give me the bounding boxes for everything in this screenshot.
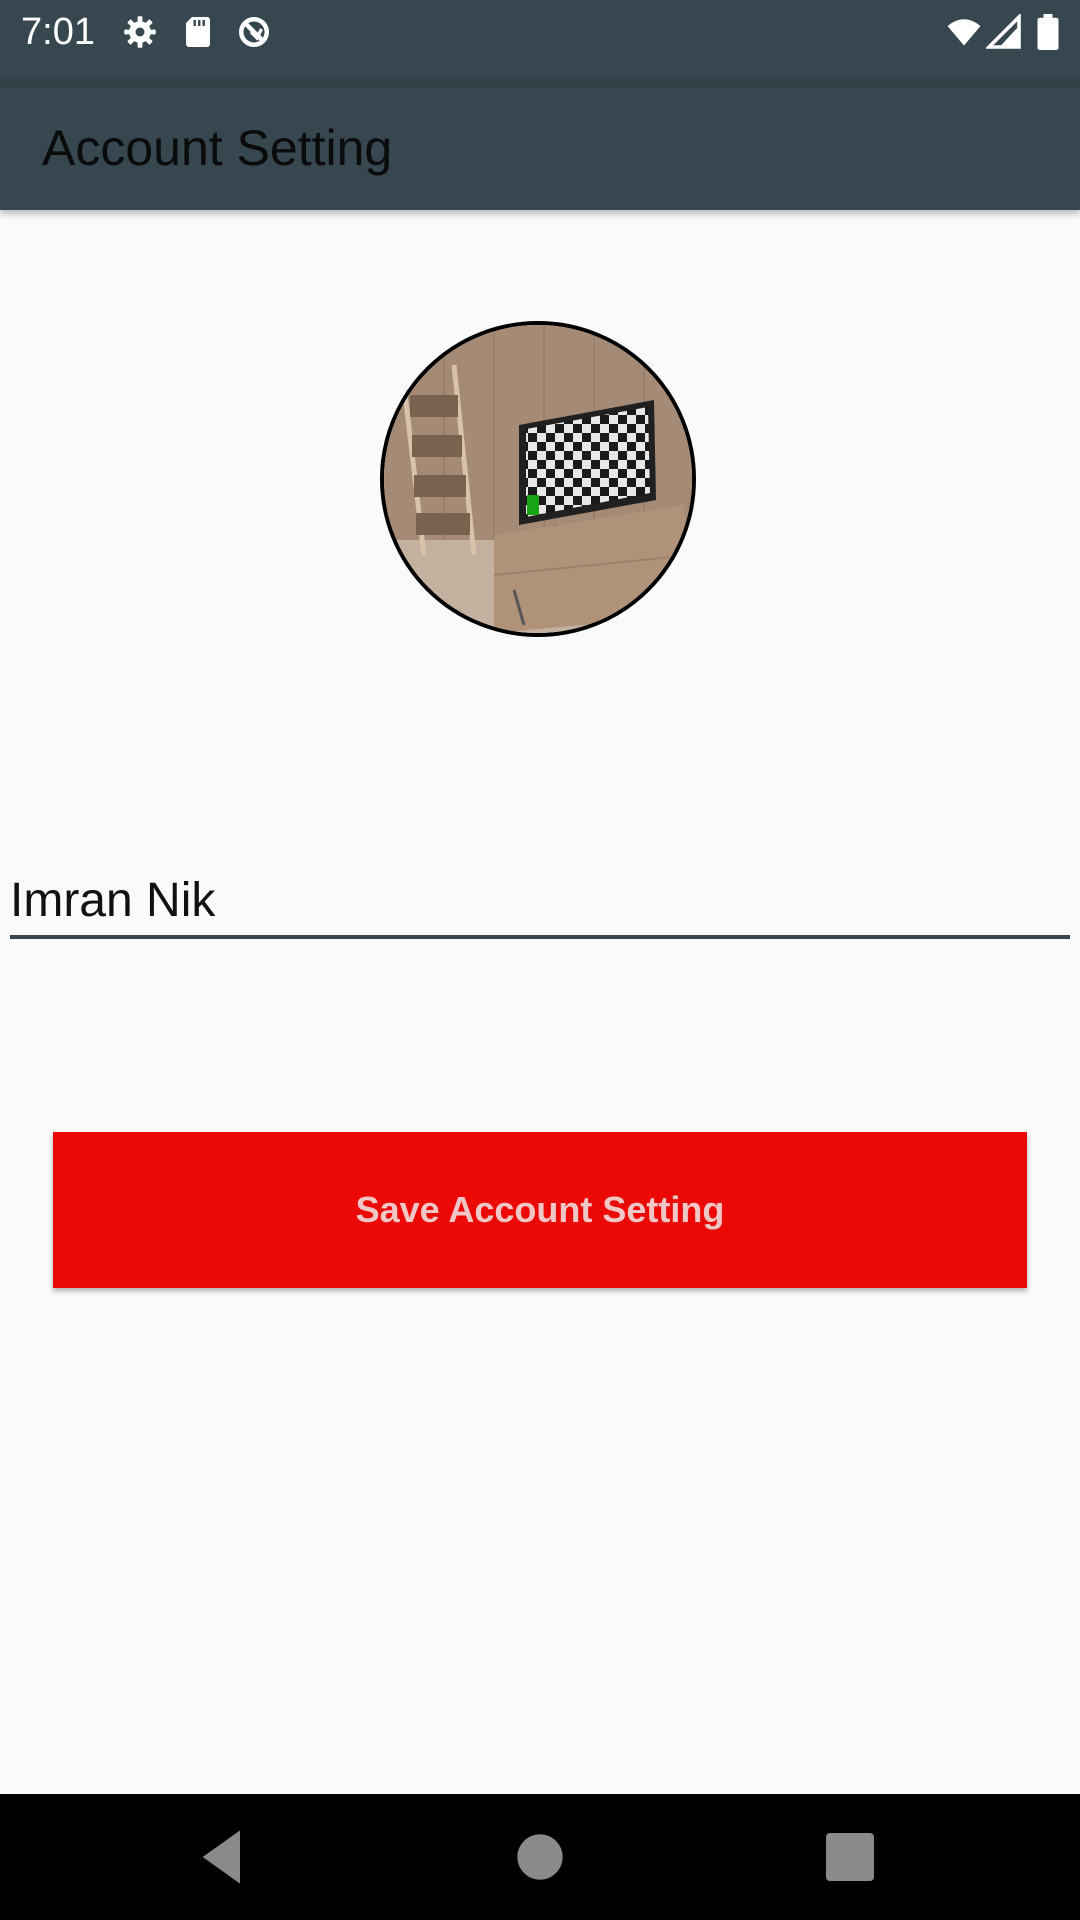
name-input[interactable] bbox=[10, 865, 1070, 939]
back-icon[interactable] bbox=[192, 1825, 256, 1889]
page-title: Account Setting bbox=[42, 120, 393, 176]
gear-icon bbox=[124, 16, 156, 48]
profile-avatar[interactable] bbox=[380, 321, 696, 637]
home-icon[interactable] bbox=[508, 1825, 572, 1889]
recents-icon[interactable] bbox=[818, 1825, 882, 1889]
battery-icon bbox=[1037, 14, 1059, 50]
sync-icon bbox=[239, 17, 269, 47]
navigation-bar bbox=[0, 1794, 1080, 1920]
wifi-icon bbox=[947, 19, 981, 46]
signal-icon bbox=[986, 14, 1021, 49]
profile-image bbox=[384, 325, 692, 633]
sd-card-icon bbox=[186, 17, 210, 47]
status-time: 7:01 bbox=[21, 11, 95, 53]
save-account-button[interactable]: Save Account Setting bbox=[53, 1132, 1027, 1288]
status-bar: 7:01 bbox=[0, 0, 1080, 79]
app-bar: Account Setting bbox=[0, 79, 1080, 210]
